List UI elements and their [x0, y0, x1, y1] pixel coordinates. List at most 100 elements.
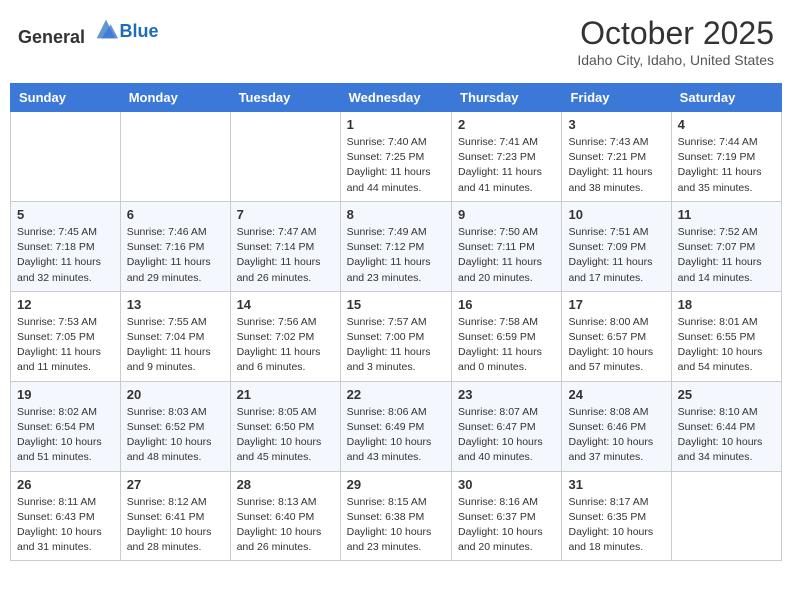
day-info: Sunrise: 7:53 AM Sunset: 7:05 PM Dayligh…: [17, 315, 114, 376]
day-info: Sunrise: 8:10 AM Sunset: 6:44 PM Dayligh…: [678, 405, 775, 466]
day-number: 18: [678, 297, 775, 312]
day-info: Sunrise: 7:55 AM Sunset: 7:04 PM Dayligh…: [127, 315, 224, 376]
calendar-cell: [120, 112, 230, 202]
weekday-header-monday: Monday: [120, 84, 230, 112]
calendar-week-3: 12Sunrise: 7:53 AM Sunset: 7:05 PM Dayli…: [11, 291, 782, 381]
calendar-cell: 24Sunrise: 8:08 AM Sunset: 6:46 PM Dayli…: [562, 381, 671, 471]
calendar-cell: 2Sunrise: 7:41 AM Sunset: 7:23 PM Daylig…: [452, 112, 562, 202]
calendar-cell: 4Sunrise: 7:44 AM Sunset: 7:19 PM Daylig…: [671, 112, 781, 202]
calendar-cell: 23 Sunrise: 8:07 AM Sunset: 6:47 PM Dayli…: [452, 381, 562, 471]
day-number: 14: [237, 297, 334, 312]
day-info: Sunrise: 8:05 AM Sunset: 6:50 PM Dayligh…: [237, 405, 334, 466]
day-info: Sunrise: 8:17 AM Sunset: 6:35 PM Dayligh…: [568, 495, 664, 556]
day-number: 24: [568, 387, 664, 402]
day-number: 22: [347, 387, 445, 402]
calendar-cell: 8 Sunrise: 7:49 AM Sunset: 7:12 PM Daylig…: [340, 201, 451, 291]
calendar-cell: 5Sunrise: 7:45 AM Sunset: 7:18 PM Daylig…: [11, 201, 121, 291]
day-info: Sunrise: 8:16 AM Sunset: 6:37 PM Dayligh…: [458, 495, 555, 556]
calendar-cell: 6 Sunrise: 7:46 AM Sunset: 7:16 PM Daylig…: [120, 201, 230, 291]
day-number: 16: [458, 297, 555, 312]
calendar-cell: 7 Sunrise: 7:47 AM Sunset: 7:14 PM Daylig…: [230, 201, 340, 291]
day-info: Sunrise: 7:43 AM Sunset: 7:21 PM Dayligh…: [568, 135, 664, 196]
day-info: Sunrise: 8:02 AM Sunset: 6:54 PM Dayligh…: [17, 405, 114, 466]
weekday-header-thursday: Thursday: [452, 84, 562, 112]
day-info: Sunrise: 8:07 AM Sunset: 6:47 PM Dayligh…: [458, 405, 555, 466]
weekday-header-row: SundayMondayTuesdayWednesdayThursdayFrid…: [11, 84, 782, 112]
calendar-table: SundayMondayTuesdayWednesdayThursdayFrid…: [10, 83, 782, 561]
calendar-cell: 13 Sunrise: 7:55 AM Sunset: 7:04 PM Dayli…: [120, 291, 230, 381]
day-number: 30: [458, 477, 555, 492]
weekday-header-tuesday: Tuesday: [230, 84, 340, 112]
calendar-cell: 20 Sunrise: 8:03 AM Sunset: 6:52 PM Dayli…: [120, 381, 230, 471]
day-info: Sunrise: 7:40 AM Sunset: 7:25 PM Dayligh…: [347, 135, 445, 196]
day-info: Sunrise: 8:15 AM Sunset: 6:38 PM Dayligh…: [347, 495, 445, 556]
calendar-cell: 14 Sunrise: 7:56 AM Sunset: 7:02 PM Dayli…: [230, 291, 340, 381]
day-number: 3: [568, 117, 664, 132]
day-info: Sunrise: 7:57 AM Sunset: 7:00 PM Dayligh…: [347, 315, 445, 376]
day-number: 25: [678, 387, 775, 402]
calendar-cell: 25 Sunrise: 8:10 AM Sunset: 6:44 PM Dayli…: [671, 381, 781, 471]
day-number: 5: [17, 207, 114, 222]
weekday-header-wednesday: Wednesday: [340, 84, 451, 112]
calendar-cell: 22Sunrise: 8:06 AM Sunset: 6:49 PM Dayli…: [340, 381, 451, 471]
calendar-week-1: 1Sunrise: 7:40 AM Sunset: 7:25 PM Daylig…: [11, 112, 782, 202]
day-number: 28: [237, 477, 334, 492]
calendar-cell: 15 Sunrise: 7:57 AM Sunset: 7:00 PM Dayli…: [340, 291, 451, 381]
day-number: 6: [127, 207, 224, 222]
calendar-cell: 19 Sunrise: 8:02 AM Sunset: 6:54 PM Dayli…: [11, 381, 121, 471]
day-info: Sunrise: 7:50 AM Sunset: 7:11 PM Dayligh…: [458, 225, 555, 286]
calendar-cell: [11, 112, 121, 202]
day-number: 19: [17, 387, 114, 402]
calendar-cell: 29 Sunrise: 8:15 AM Sunset: 6:38 PM Dayli…: [340, 471, 451, 561]
day-info: Sunrise: 7:52 AM Sunset: 7:07 PM Dayligh…: [678, 225, 775, 286]
location: Idaho City, Idaho, United States: [577, 52, 774, 68]
logo: General Blue: [18, 15, 159, 48]
calendar-cell: 27Sunrise: 8:12 AM Sunset: 6:41 PM Dayli…: [120, 471, 230, 561]
calendar-week-5: 26Sunrise: 8:11 AM Sunset: 6:43 PM Dayli…: [11, 471, 782, 561]
day-number: 20: [127, 387, 224, 402]
day-number: 23: [458, 387, 555, 402]
calendar-cell: 26Sunrise: 8:11 AM Sunset: 6:43 PM Dayli…: [11, 471, 121, 561]
calendar-cell: 10Sunrise: 7:51 AM Sunset: 7:09 PM Dayli…: [562, 201, 671, 291]
page-header: General Blue October 2025 Idaho City, Id…: [10, 10, 782, 73]
calendar-cell: 11 Sunrise: 7:52 AM Sunset: 7:07 PM Dayli…: [671, 201, 781, 291]
logo-blue: Blue: [120, 21, 159, 41]
day-info: Sunrise: 7:56 AM Sunset: 7:02 PM Dayligh…: [237, 315, 334, 376]
day-info: Sunrise: 7:46 AM Sunset: 7:16 PM Dayligh…: [127, 225, 224, 286]
day-info: Sunrise: 7:51 AM Sunset: 7:09 PM Dayligh…: [568, 225, 664, 286]
day-info: Sunrise: 7:58 AM Sunset: 6:59 PM Dayligh…: [458, 315, 555, 376]
calendar-cell: 18Sunrise: 8:01 AM Sunset: 6:55 PM Dayli…: [671, 291, 781, 381]
day-number: 29: [347, 477, 445, 492]
day-info: Sunrise: 8:03 AM Sunset: 6:52 PM Dayligh…: [127, 405, 224, 466]
calendar-cell: 12Sunrise: 7:53 AM Sunset: 7:05 PM Dayli…: [11, 291, 121, 381]
logo-icon: [92, 15, 120, 43]
calendar-cell: [671, 471, 781, 561]
month-title: October 2025: [577, 15, 774, 52]
calendar-cell: 3 Sunrise: 7:43 AM Sunset: 7:21 PM Daylig…: [562, 112, 671, 202]
title-area: October 2025 Idaho City, Idaho, United S…: [577, 15, 774, 68]
day-number: 7: [237, 207, 334, 222]
day-number: 4: [678, 117, 775, 132]
calendar-cell: 9 Sunrise: 7:50 AM Sunset: 7:11 PM Daylig…: [452, 201, 562, 291]
day-number: 21: [237, 387, 334, 402]
weekday-header-friday: Friday: [562, 84, 671, 112]
weekday-header-sunday: Sunday: [11, 84, 121, 112]
day-number: 11: [678, 207, 775, 222]
day-number: 8: [347, 207, 445, 222]
day-info: Sunrise: 7:49 AM Sunset: 7:12 PM Dayligh…: [347, 225, 445, 286]
weekday-header-saturday: Saturday: [671, 84, 781, 112]
calendar-cell: [230, 112, 340, 202]
calendar-cell: 30 Sunrise: 8:16 AM Sunset: 6:37 PM Dayli…: [452, 471, 562, 561]
calendar-cell: 17Sunrise: 8:00 AM Sunset: 6:57 PM Dayli…: [562, 291, 671, 381]
day-info: Sunrise: 7:47 AM Sunset: 7:14 PM Dayligh…: [237, 225, 334, 286]
logo-general: General: [18, 27, 85, 47]
day-number: 26: [17, 477, 114, 492]
day-info: Sunrise: 8:12 AM Sunset: 6:41 PM Dayligh…: [127, 495, 224, 556]
day-info: Sunrise: 8:00 AM Sunset: 6:57 PM Dayligh…: [568, 315, 664, 376]
day-number: 15: [347, 297, 445, 312]
calendar-cell: 1Sunrise: 7:40 AM Sunset: 7:25 PM Daylig…: [340, 112, 451, 202]
day-number: 9: [458, 207, 555, 222]
day-info: Sunrise: 8:13 AM Sunset: 6:40 PM Dayligh…: [237, 495, 334, 556]
calendar-cell: 16 Sunrise: 7:58 AM Sunset: 6:59 PM Dayli…: [452, 291, 562, 381]
day-number: 13: [127, 297, 224, 312]
